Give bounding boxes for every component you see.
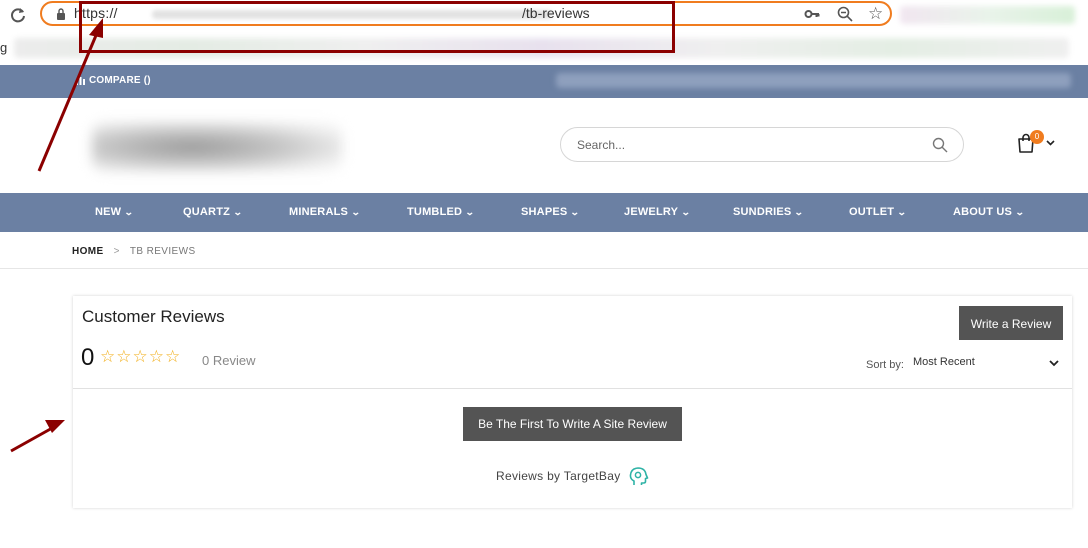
annotation-arrow-icon <box>10 420 65 453</box>
chevron-down-icon: ⌄ <box>124 207 135 217</box>
chevron-down-icon: ⌄ <box>794 207 805 217</box>
first-review-button[interactable]: Be The First To Write A Site Review <box>463 407 682 441</box>
chevron-down-icon[interactable] <box>1046 140 1055 146</box>
divider <box>73 388 1072 389</box>
reload-icon[interactable] <box>8 5 28 25</box>
average-rating: 0 <box>81 344 95 371</box>
search-icon[interactable] <box>932 137 948 153</box>
chevron-down-icon: ⌄ <box>570 207 581 217</box>
bookmark-star-icon[interactable]: ☆ <box>868 5 883 23</box>
key-icon[interactable] <box>804 7 820 21</box>
powered-by-label[interactable]: Reviews by TargetBay <box>496 469 621 483</box>
nav-item-new[interactable]: NEW ⌄ <box>95 193 135 232</box>
targetbay-logo-icon[interactable] <box>628 466 649 487</box>
chevron-down-icon: ⌄ <box>681 207 692 217</box>
chevron-down-icon[interactable] <box>1049 360 1059 367</box>
extensions-redacted <box>900 6 1075 24</box>
nav-item-outlet[interactable]: OUTLET ⌄ <box>849 193 908 232</box>
topbar-redacted <box>556 73 1071 88</box>
chevron-down-icon: ⌄ <box>897 207 908 217</box>
nav-item-sundries[interactable]: SUNDRIES ⌄ <box>733 193 805 232</box>
nav-item-quartz[interactable]: QUARTZ ⌄ <box>183 193 243 232</box>
nav-item-minerals[interactable]: MINERALS ⌄ <box>289 193 361 232</box>
breadcrumb-separator: > <box>113 246 120 257</box>
reviews-title: Customer Reviews <box>82 307 225 326</box>
cart-count-badge: 0 <box>1030 130 1044 144</box>
rating-stars: ☆☆☆☆☆ <box>100 347 182 366</box>
breadcrumb-current: TB REVIEWS <box>129 246 196 257</box>
nav-item-tumbled[interactable]: TUMBLED ⌄ <box>407 193 476 232</box>
main-navigation: NEW ⌄ QUARTZ ⌄ MINERALS ⌄ TUMBLED ⌄ SHAPES ⌄ … <box>0 193 1088 232</box>
reviews-widget: Customer Reviews Write a Review 0 ☆☆☆☆☆ … <box>73 296 1072 508</box>
zoom-out-icon[interactable] <box>837 6 853 22</box>
sort-select[interactable]: Most Recent <box>913 356 1063 374</box>
nav-item-about-us[interactable]: ABOUT US ⌄ <box>953 193 1025 232</box>
chevron-down-icon: ⌄ <box>1014 207 1025 217</box>
search-input[interactable] <box>577 128 907 161</box>
sort-selected-value: Most Recent <box>913 356 975 368</box>
review-count: 0 Review <box>202 353 256 368</box>
lock-icon <box>57 8 65 20</box>
compare-link[interactable]: COMPARE () <box>89 75 151 86</box>
divider <box>0 268 1088 269</box>
bookmark-item[interactable]: g <box>0 40 7 55</box>
compare-icon <box>76 77 85 85</box>
chevron-down-icon: ⌄ <box>350 207 361 217</box>
nav-item-shapes[interactable]: SHAPES ⌄ <box>521 193 581 232</box>
site-topbar: COMPARE () <box>0 65 1088 98</box>
search-box <box>560 127 964 162</box>
breadcrumb: HOME > TB REVIEWS <box>72 246 196 257</box>
site-logo[interactable] <box>92 122 342 172</box>
sort-label: Sort by: <box>866 359 904 371</box>
breadcrumb-home[interactable]: HOME <box>72 246 104 257</box>
annotation-highlight-box <box>79 1 675 53</box>
write-review-button[interactable]: Write a Review <box>959 306 1063 340</box>
chevron-down-icon: ⌄ <box>465 207 476 217</box>
chevron-down-icon: ⌄ <box>232 207 243 217</box>
nav-item-jewelry[interactable]: JEWELRY ⌄ <box>624 193 692 232</box>
